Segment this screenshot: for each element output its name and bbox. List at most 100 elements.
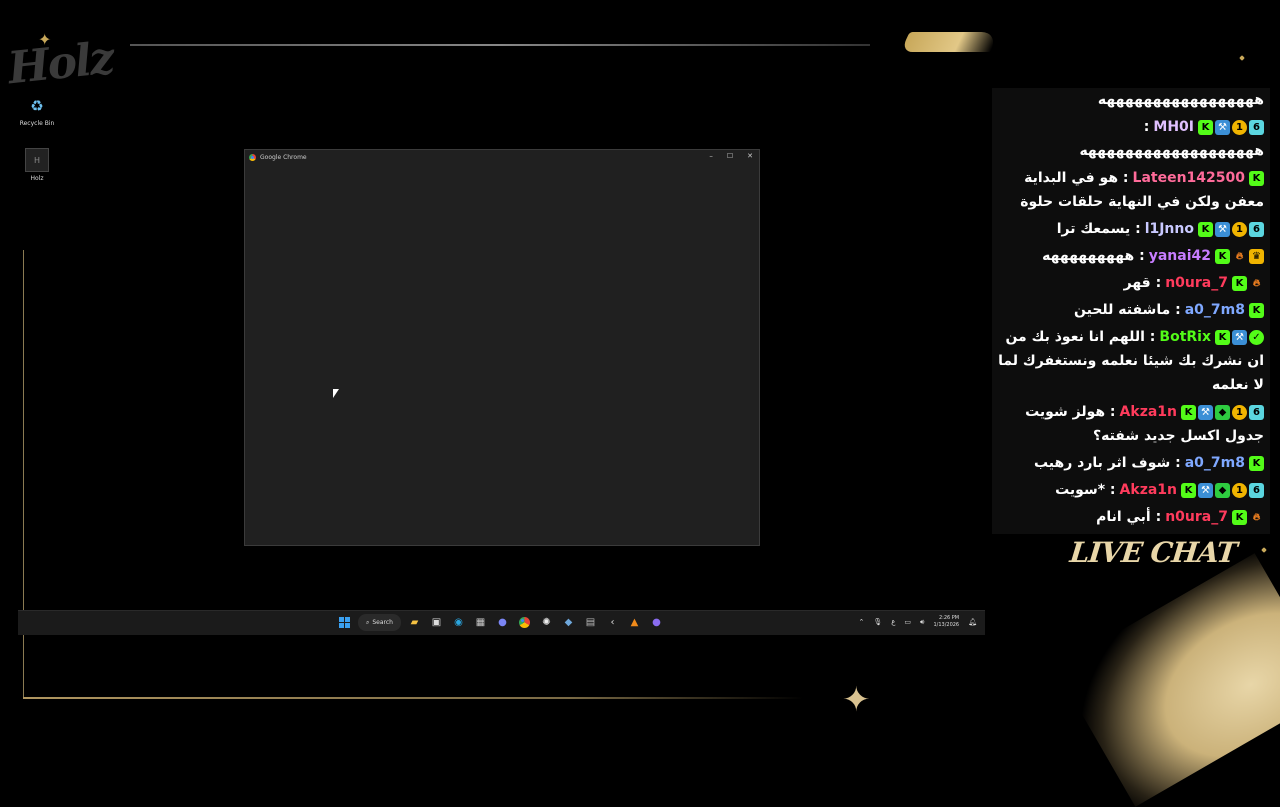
desktop-icon-recycle-bin[interactable]: ♻ Recycle Bin (17, 95, 57, 127)
kick-badge-icon: K (1215, 248, 1230, 264)
chat-separator: : (1105, 482, 1116, 498)
chat-username[interactable]: BotRix (1159, 329, 1211, 345)
calculator-icon[interactable]: ▦ (472, 614, 489, 631)
chat-badges: K ⚒ ◆ 1 6 (1181, 482, 1264, 498)
chat-username[interactable]: Lateen142500 (1133, 170, 1245, 186)
subscriber-badge-icon: 6 (1249, 404, 1264, 420)
live-chat-panel: هههههههههههههههههه K ⚒ 1 6 MH0I: هههههههههههه… (992, 88, 1270, 534)
chat-text: أبي انام (1096, 509, 1151, 525)
system-clock[interactable]: 2:26 PM 1/13/2026 (933, 615, 959, 629)
kick-badge-icon: K (1198, 119, 1213, 135)
search-label: Search (372, 619, 393, 626)
chat-text: قهر (1123, 275, 1151, 291)
desktop-icon-holz[interactable]: H Holz (17, 148, 57, 182)
chat-message: K ⚒ ◆ 1 6 Akza1n: هولز شويت جدول اكسل جديد شف… (998, 400, 1264, 448)
obs-icon[interactable]: ✺ (538, 614, 555, 631)
chat-message: K ⚒ ✓ BotRix: اللهم انا نعوذ بك من ان نشرك … (998, 325, 1264, 397)
search-icon: ⌕ (366, 618, 370, 626)
kick-badge-icon: K (1249, 302, 1264, 318)
desktop-icon-label: Recycle Bin (19, 120, 55, 127)
kick-badge-icon: K (1181, 404, 1196, 420)
spark-decoration (1239, 55, 1245, 61)
chat-message: K ⚒ 1 6 l1Jnno: يسمعك ترا (998, 217, 1264, 241)
subscriber-badge-icon: 6 (1249, 482, 1264, 498)
language-indicator[interactable]: ع (891, 618, 895, 626)
chat-badges: K (1249, 455, 1264, 471)
spark-decoration (1261, 547, 1267, 553)
chat-message: هههههههههههههههههه (998, 88, 1264, 112)
discord-icon[interactable]: ● (494, 614, 511, 631)
frame-top-line (130, 44, 870, 46)
kick-badge-icon: K (1181, 482, 1196, 498)
chat-separator: : (1143, 119, 1150, 135)
window-title: Google Chrome (260, 154, 307, 161)
subscriber-badge-icon: 6 (1249, 119, 1264, 135)
chat-text: هههههههههههههههههههه (1079, 143, 1264, 159)
taskbar: ⌕ Search ▰ ▣ ◉ ▦ ● ✺ ◆ ▤ ‹ ▲ ● ⌃ 🎙︎ ع ▭ … (18, 610, 985, 635)
volume-icon[interactable]: 🔊︎ (920, 618, 924, 627)
chat-username[interactable]: Akza1n (1120, 404, 1177, 420)
chat-badges: K ⚒ ◆ 1 6 (1181, 404, 1264, 420)
steam-icon[interactable]: ◆ (560, 614, 577, 631)
microphone-icon[interactable]: 🎙︎ (873, 618, 882, 626)
store-icon[interactable]: ▣ (428, 614, 445, 631)
chat-username[interactable]: a0_7m8 (1185, 302, 1245, 318)
chat-separator: : (1144, 329, 1156, 345)
kick-badge-icon: K (1249, 170, 1264, 186)
file-explorer-icon[interactable]: ▰ (406, 614, 423, 631)
gift-badge-icon: 1 (1232, 482, 1247, 498)
kick-badge-icon: K (1232, 275, 1247, 291)
gift-badge-icon: 1 (1232, 404, 1247, 420)
chat-message: K ⚒ ◆ 1 6 Akza1n: *سويت (998, 478, 1264, 502)
moderator-badge-icon: ⚒ (1198, 482, 1213, 498)
app-a-icon[interactable]: ▲ (626, 614, 643, 631)
chat-badges: K 🔥︎ ♛ (1215, 248, 1264, 264)
chat-separator: : (1134, 248, 1145, 264)
stream-brand-logo: Holz (5, 32, 116, 95)
chat-text: هههههههههه (1042, 248, 1135, 264)
maximize-button[interactable]: ☐ (727, 152, 733, 160)
start-button[interactable] (336, 614, 353, 631)
star-icon: ✦ (842, 680, 871, 720)
back-icon[interactable]: ‹ (604, 614, 621, 631)
window-titlebar[interactable]: Google Chrome – ☐ ✕ (245, 150, 759, 165)
close-button[interactable]: ✕ (747, 152, 753, 160)
chat-username[interactable]: yanai42 (1149, 248, 1211, 264)
flame-badge-icon: 🔥︎ (1252, 277, 1261, 289)
chat-text: *سويت (1055, 482, 1106, 498)
keyboard-icon[interactable]: ▤ (582, 614, 599, 631)
chat-message: K Lateen142500: هو في البداية معفن ولكن ف… (998, 166, 1264, 214)
kick-badge-icon: K (1232, 509, 1247, 525)
chat-username[interactable]: Akza1n (1120, 482, 1177, 498)
chat-badges: K 🔥︎ (1232, 275, 1264, 291)
network-icon[interactable]: ▭ (904, 618, 911, 626)
chat-badges: K ⚒ 1 6 (1198, 119, 1264, 135)
chrome-icon[interactable] (516, 614, 533, 631)
gift-badge-icon: 1 (1232, 119, 1247, 135)
chat-text: يسمعك ترا (1056, 221, 1131, 237)
subscriber-badge-icon: 6 (1249, 221, 1264, 237)
app-circle-icon[interactable]: ● (648, 614, 665, 631)
moderator-badge-icon: ⚒ (1232, 329, 1247, 345)
chat-badges: K (1249, 302, 1264, 318)
chat-message: K ⚒ 1 6 MH0I: هههههههههههههههههههه (998, 115, 1264, 163)
chrome-window[interactable]: Google Chrome – ☐ ✕ (244, 149, 760, 546)
moderator-badge-icon: ⚒ (1215, 221, 1230, 237)
chat-username[interactable]: n0ura_7 (1165, 509, 1228, 525)
gold-splash-decoration (1055, 553, 1280, 807)
chat-username[interactable]: a0_7m8 (1185, 455, 1245, 471)
notification-bell-icon[interactable]: 🔔︎ (968, 618, 977, 626)
kick-badge-icon: K (1215, 329, 1230, 345)
recycle-bin-icon: ♻ (30, 97, 44, 115)
edge-icon[interactable]: ◉ (450, 614, 467, 631)
chat-username[interactable]: n0ura_7 (1165, 275, 1228, 291)
chat-username[interactable]: l1Jnno (1145, 221, 1194, 237)
minimize-button[interactable]: – (709, 152, 713, 160)
chat-text: هههههههههههههههههه (1097, 92, 1264, 108)
chevron-up-icon[interactable]: ⌃ (858, 618, 864, 626)
taskbar-search-button[interactable]: ⌕ Search (358, 614, 401, 631)
chat-separator: : (1170, 455, 1181, 471)
chat-username[interactable]: MH0I (1153, 119, 1194, 135)
chat-badges: K 🔥︎ (1232, 509, 1264, 525)
kick-badge-icon: K (1198, 221, 1213, 237)
